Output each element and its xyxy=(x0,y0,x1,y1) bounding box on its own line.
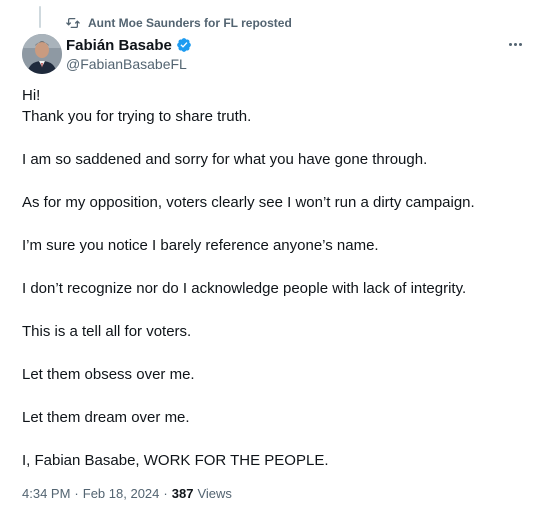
thread-connector-line xyxy=(39,6,41,28)
post-line: This is a tell all for voters. xyxy=(22,323,192,340)
verified-badge-icon[interactable] xyxy=(176,37,192,53)
author-block: Fabián Basabe @FabianBasabeFL xyxy=(66,35,192,73)
post-line: As for my opposition, voters clearly see… xyxy=(22,194,475,211)
post-text: Hi! Thank you for trying to share truth.… xyxy=(22,85,527,471)
more-options-icon[interactable] xyxy=(505,37,525,51)
repost-label: Aunt Moe Saunders for FL reposted xyxy=(88,16,292,30)
author-handle[interactable]: @FabianBasabeFL xyxy=(66,55,192,73)
post-line: Thank you for trying to share truth. xyxy=(22,108,252,125)
post-meta: 4:34 PM · Feb 18, 2024 · 387 Views xyxy=(22,484,232,502)
post-line: Hi! xyxy=(22,87,41,104)
views-label: Views xyxy=(197,485,232,501)
post-time[interactable]: 4:34 PM xyxy=(22,486,70,501)
views-count: 387 xyxy=(171,485,194,501)
meta-separator: · xyxy=(74,485,79,501)
repost-icon xyxy=(66,16,80,30)
post-line: Let them dream over me. xyxy=(22,409,190,426)
avatar[interactable] xyxy=(22,34,62,74)
post-line: I’m sure you notice I barely reference a… xyxy=(22,237,379,254)
post-line: I, Fabian Basabe, WORK FOR THE PEOPLE. xyxy=(22,452,329,469)
post-line: I am so saddened and sorry for what you … xyxy=(22,151,428,168)
meta-separator: · xyxy=(163,485,168,501)
repost-context[interactable]: Aunt Moe Saunders for FL reposted xyxy=(66,14,292,32)
post-line: Let them obsess over me. xyxy=(22,366,195,383)
post-date[interactable]: Feb 18, 2024 xyxy=(83,486,160,501)
post-line: I don’t recognize nor do I acknowledge p… xyxy=(22,280,467,297)
post-card: Aunt Moe Saunders for FL reposted Fabián… xyxy=(0,0,541,516)
author-name[interactable]: Fabián Basabe xyxy=(66,37,172,54)
